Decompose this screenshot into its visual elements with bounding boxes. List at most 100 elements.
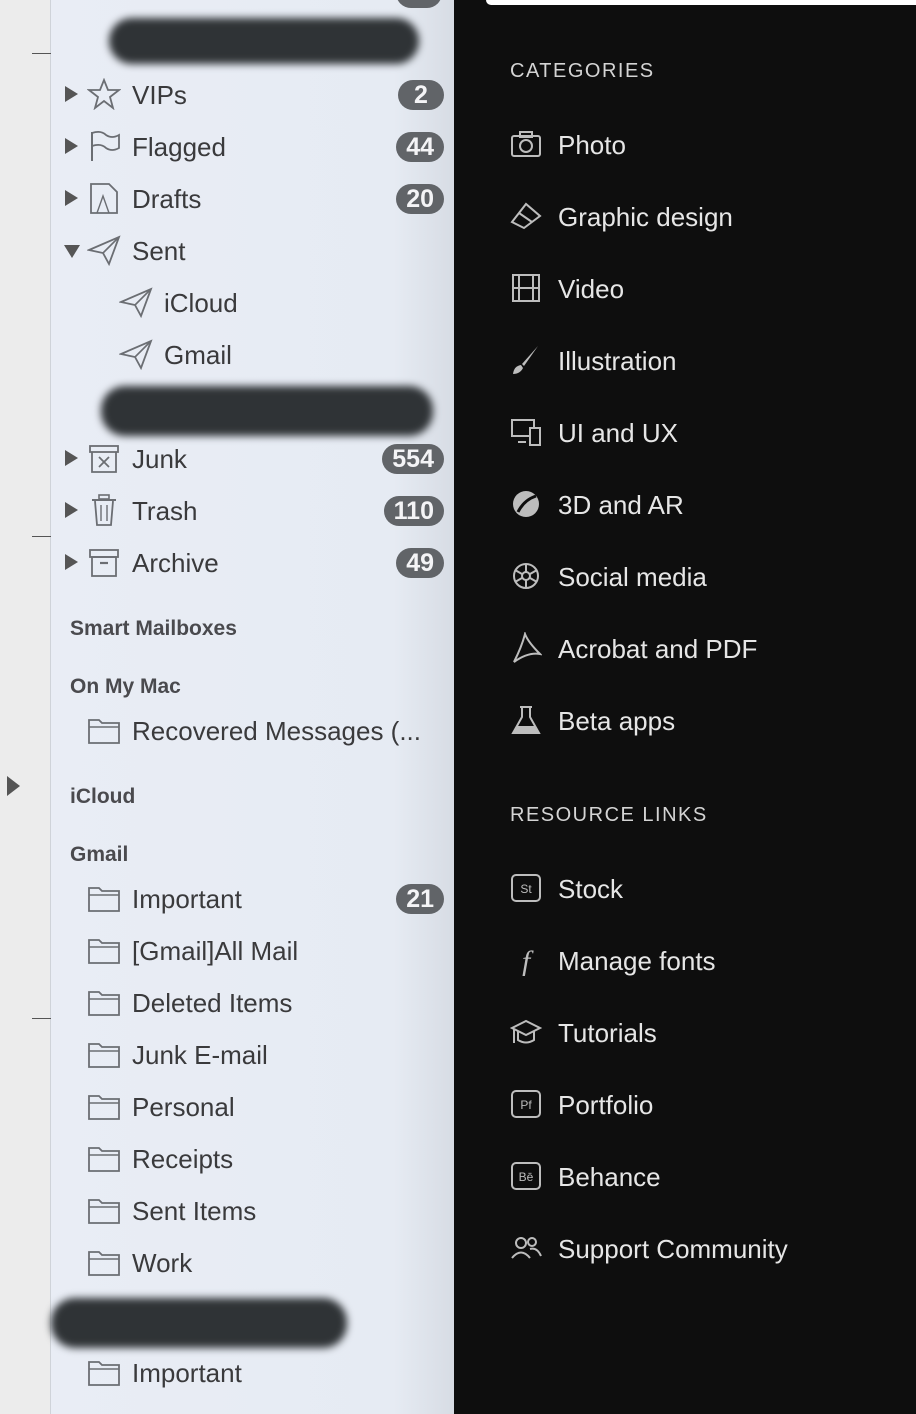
section-header-icloud[interactable]: iCloud <box>70 785 135 809</box>
redacted-account-label <box>51 1298 347 1348</box>
devices-icon <box>510 416 542 448</box>
mailbox-trash[interactable]: Trash 110 <box>51 490 454 530</box>
disclosure-triangle[interactable] <box>65 554 78 570</box>
unread-count-badge: 2 <box>398 80 444 110</box>
resource-label: Tutorials <box>558 1018 657 1048</box>
unread-count-badge: 110 <box>383 496 444 526</box>
mailbox-label: Personal <box>132 1092 235 1122</box>
category-graphic-design[interactable]: Graphic design <box>510 196 910 236</box>
svg-text:Pf: Pf <box>520 1098 532 1112</box>
mailbox-label: [Gmail]All Mail <box>132 936 299 966</box>
category-illustration[interactable]: Illustration <box>510 340 910 380</box>
resource-manage-fonts[interactable]: f Manage fonts <box>510 940 910 980</box>
resource-label: Behance <box>558 1162 661 1192</box>
categories-header: CATEGORIES <box>510 60 655 82</box>
stock-icon: St <box>510 872 542 904</box>
category-label: UI and UX <box>558 418 678 448</box>
sent-icon <box>86 234 121 267</box>
mailbox-label: Receipts <box>132 1144 234 1174</box>
redacted-account-label <box>109 18 419 64</box>
mailbox-gmail-receipts[interactable]: Receipts <box>51 1138 454 1178</box>
unread-count-badge: 20 <box>396 184 444 214</box>
folder-icon <box>87 1246 121 1278</box>
archive-icon <box>87 546 121 578</box>
mailbox-recovered-messages[interactable]: Recovered Messages (... <box>51 710 454 750</box>
category-photo[interactable]: Photo <box>510 124 910 164</box>
portfolio-icon: Pf <box>510 1088 542 1120</box>
resource-stock[interactable]: St Stock <box>510 868 910 908</box>
unread-count-badge: 554 <box>382 444 444 474</box>
disclosure-triangle[interactable] <box>64 245 80 258</box>
category-3d-and-ar[interactable]: 3D and AR <box>510 484 910 524</box>
folder-icon <box>87 1194 121 1226</box>
mailbox-gmail-junk-email[interactable]: Junk E-mail <box>51 1034 454 1074</box>
community-icon <box>510 1232 542 1264</box>
mailbox-label: Important <box>132 884 242 914</box>
mailbox-gmail-important[interactable]: Important 21 <box>51 878 454 918</box>
category-beta-apps[interactable]: Beta apps <box>510 700 910 740</box>
mailbox-label: Work <box>132 1248 193 1278</box>
mailbox-junk[interactable]: Junk 554 <box>51 438 454 478</box>
folder-icon <box>87 882 121 914</box>
mailbox-gmail-work[interactable]: Work <box>51 1242 454 1282</box>
mailbox-gmail-sent-items[interactable]: Sent Items <box>51 1190 454 1230</box>
mail-sidebar: VIPs 2 Flagged 44 Drafts 20 Sent iCloud <box>51 0 454 1414</box>
category-video[interactable]: Video <box>510 268 910 308</box>
resource-tutorials[interactable]: Tutorials <box>509 1012 910 1052</box>
mailbox-label: iCloud <box>164 288 238 318</box>
disclosure-triangle[interactable] <box>65 138 78 154</box>
mailbox-gmail-personal[interactable]: Personal <box>51 1086 454 1126</box>
mailbox-flagged[interactable]: Flagged 44 <box>51 126 454 166</box>
category-label: Beta apps <box>558 706 676 736</box>
mailbox-label: Gmail <box>164 340 232 370</box>
category-ui-and-ux[interactable]: UI and UX <box>510 412 910 452</box>
expand-arrow-icon[interactable] <box>7 776 20 796</box>
mailbox-label: Drafts <box>132 184 202 214</box>
mailbox-archive[interactable]: Archive 49 <box>51 542 454 582</box>
mailbox-important[interactable]: Important <box>51 1352 454 1392</box>
gutter-divider <box>32 536 51 537</box>
section-header-smart-mailboxes[interactable]: Smart Mailboxes <box>70 617 237 641</box>
mailbox-drafts[interactable]: Drafts 20 <box>51 178 454 218</box>
unread-count-badge: 44 <box>396 132 444 162</box>
resource-portfolio[interactable]: Pf Portfolio <box>510 1084 910 1124</box>
disclosure-triangle[interactable] <box>65 86 78 102</box>
mailbox-label: VIPs <box>132 80 187 110</box>
folder-icon <box>87 714 121 746</box>
unread-count-badge: 49 <box>396 548 444 578</box>
resource-support-community[interactable]: Support Community <box>510 1228 910 1268</box>
category-label: 3D and AR <box>558 490 684 520</box>
svg-text:St: St <box>520 882 532 896</box>
redacted-account-label <box>101 386 433 436</box>
mailbox-sent[interactable]: Sent <box>51 230 454 270</box>
mailbox-label: Junk E-mail <box>132 1040 268 1070</box>
top-edge-highlight <box>486 0 916 5</box>
section-header-gmail[interactable]: Gmail <box>70 843 128 867</box>
gutter-divider <box>32 1018 51 1019</box>
mailbox-label: Trash <box>132 496 198 526</box>
graphic-design-icon <box>510 200 542 232</box>
category-acrobat-and-pdf[interactable]: Acrobat and PDF <box>510 628 910 668</box>
social-icon <box>510 560 542 592</box>
mailbox-label: Archive <box>132 548 219 578</box>
resource-label: Manage fonts <box>558 946 716 976</box>
mailbox-sent-icloud[interactable]: iCloud <box>51 282 454 322</box>
disclosure-triangle[interactable] <box>65 502 78 518</box>
mailbox-sent-gmail[interactable]: Gmail <box>51 334 454 374</box>
section-header-on-my-mac[interactable]: On My Mac <box>70 675 181 699</box>
flag-icon <box>87 130 121 162</box>
mailbox-vips[interactable]: VIPs 2 <box>51 74 454 114</box>
folder-icon <box>87 986 121 1018</box>
disclosure-triangle[interactable] <box>65 190 78 206</box>
resource-behance[interactable]: Bē Behance <box>510 1156 910 1196</box>
svg-text:Bē: Bē <box>519 1170 534 1184</box>
category-social-media[interactable]: Social media <box>510 556 910 596</box>
category-label: Social media <box>558 562 707 592</box>
flask-icon <box>510 704 542 736</box>
resource-label: Portfolio <box>558 1090 654 1120</box>
mailbox-gmail-all-mail[interactable]: [Gmail]All Mail <box>51 930 454 970</box>
mailbox-gmail-deleted-items[interactable]: Deleted Items <box>51 982 454 1022</box>
brush-icon <box>510 344 542 376</box>
category-label: Graphic design <box>558 202 733 232</box>
disclosure-triangle[interactable] <box>65 450 78 466</box>
